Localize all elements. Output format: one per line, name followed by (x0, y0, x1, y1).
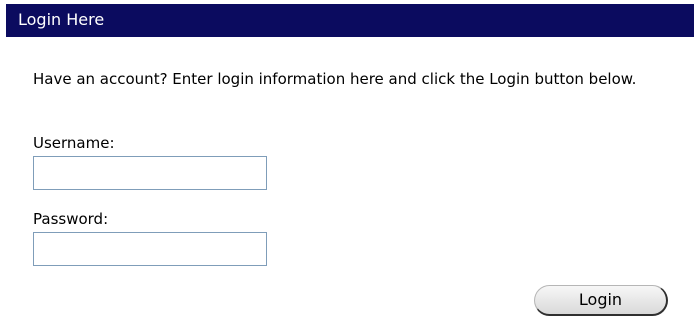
username-label: Username: (33, 134, 115, 152)
login-header-title: Login Here (18, 10, 105, 29)
login-panel: Login Here Have an account? Enter login … (0, 0, 694, 322)
login-button[interactable]: Login (534, 285, 668, 316)
password-input[interactable] (33, 232, 267, 266)
login-header-bar: Login Here (6, 4, 694, 37)
login-instructions: Have an account? Enter login information… (33, 70, 637, 88)
username-input[interactable] (33, 156, 267, 190)
password-label: Password: (33, 210, 109, 228)
